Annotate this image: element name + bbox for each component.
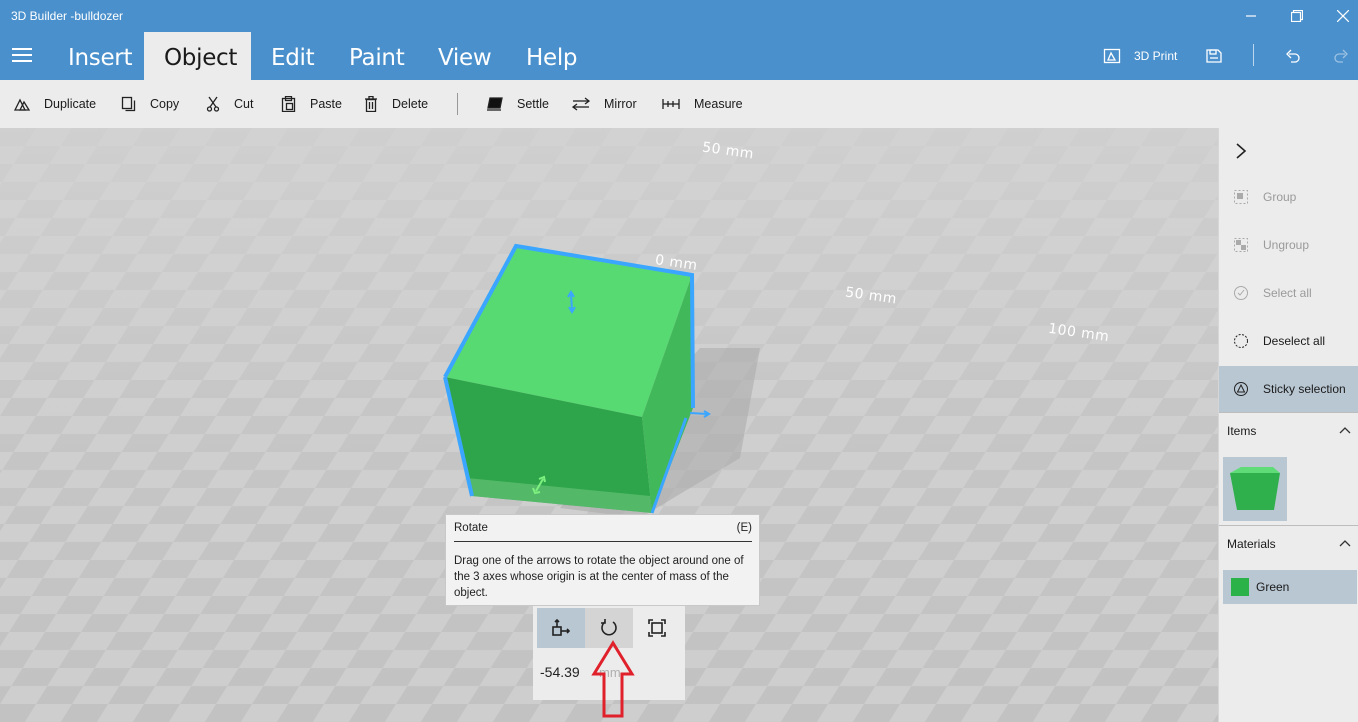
duplicate-label: Duplicate (44, 97, 97, 111)
tooltip-title: Rotate (454, 522, 488, 534)
close-button[interactable] (1320, 0, 1358, 32)
3d-print-label: 3D Print (1134, 49, 1178, 63)
3d-print-button[interactable]: 3D Print (1103, 32, 1177, 80)
measure-icon (662, 99, 680, 109)
select-all-label: Select all (1263, 286, 1312, 300)
close-icon (1337, 10, 1349, 22)
chevron-up-icon (1339, 540, 1351, 547)
duplicate-icon (14, 98, 30, 111)
save-button[interactable] (1205, 32, 1223, 80)
group-icon (1234, 190, 1248, 204)
material-swatch (1231, 578, 1249, 596)
group-label: Group (1263, 190, 1297, 204)
deselect-all-button[interactable]: Deselect all (1219, 318, 1358, 364)
mirror-button[interactable]: Mirror (572, 80, 637, 128)
cube-thumbnail-icon (1230, 467, 1280, 510)
paste-label: Paste (310, 97, 342, 111)
transform-value[interactable]: -54.39 (540, 664, 580, 680)
group-button[interactable]: Group (1219, 174, 1358, 220)
side-panel-toggle[interactable] (1219, 128, 1358, 174)
mirror-label: Mirror (604, 97, 637, 111)
cut-label: Cut (234, 97, 254, 111)
chevron-right-icon (1236, 143, 1247, 159)
tab-object[interactable]: Object (144, 32, 251, 80)
select-all-icon (1234, 286, 1248, 300)
scale-icon (648, 619, 666, 637)
tab-view[interactable]: View (419, 32, 506, 80)
settle-icon (487, 97, 503, 111)
tooltip-shortcut: (E) (736, 522, 752, 534)
trash-icon (365, 96, 377, 112)
minimize-button[interactable] (1228, 0, 1274, 32)
tab-insert[interactable]: Insert (52, 32, 144, 80)
items-section-header[interactable]: Items (1219, 412, 1358, 448)
move-mode-button[interactable] (537, 608, 585, 648)
menu-bar: Insert Object Edit Paint View Help 3D Pr… (0, 32, 1358, 80)
hamburger-icon[interactable] (12, 48, 32, 64)
sticky-selection-icon (1234, 382, 1248, 396)
scale-mode-button[interactable] (633, 608, 681, 648)
delete-button[interactable]: Delete (364, 80, 428, 128)
redo-icon (1334, 49, 1348, 63)
cut-button[interactable]: Cut (206, 80, 253, 128)
minimize-icon (1246, 15, 1256, 17)
object-toolbar: Duplicate Copy Cut Paste Delete Settle M… (0, 80, 1358, 128)
settle-button[interactable]: Settle (487, 80, 549, 128)
select-all-button[interactable]: Select all (1219, 270, 1358, 316)
rotate-tooltip: Rotate (E) Drag one of the arrows to rot… (445, 514, 760, 606)
measure-button[interactable]: Measure (662, 80, 743, 128)
item-thumbnail[interactable] (1223, 457, 1287, 521)
paste-icon (281, 96, 296, 112)
window-title: 3D Builder -bulldozer (11, 9, 124, 23)
sticky-selection-button[interactable]: Sticky selection (1219, 366, 1358, 412)
materials-section-header[interactable]: Materials (1219, 525, 1358, 561)
scissors-icon (206, 96, 220, 112)
tooltip-header: Rotate (E) (454, 522, 752, 542)
deselect-all-label: Deselect all (1263, 334, 1326, 348)
move-x-handle[interactable] (689, 410, 711, 418)
tab-edit[interactable]: Edit (251, 32, 329, 80)
undo-button[interactable] (1285, 32, 1301, 80)
toolbar-divider (457, 93, 458, 115)
materials-header-label: Materials (1227, 537, 1276, 551)
delete-label: Delete (392, 97, 429, 111)
tab-paint[interactable]: Paint (329, 32, 419, 80)
save-icon (1206, 49, 1222, 63)
title-bar: 3D Builder -bulldozer (0, 0, 1358, 32)
paste-button[interactable]: Paste (281, 80, 342, 128)
ungroup-icon (1234, 238, 1248, 252)
rotate-icon (601, 619, 617, 636)
copy-button[interactable]: Copy (121, 80, 179, 128)
chevron-up-icon (1339, 427, 1351, 434)
sticky-selection-label: Sticky selection (1263, 382, 1346, 396)
settle-label: Settle (517, 97, 549, 111)
duplicate-button[interactable]: Duplicate (14, 80, 96, 128)
ungroup-label: Ungroup (1263, 238, 1310, 252)
print-3d-icon (1103, 48, 1121, 64)
deselect-all-icon (1234, 334, 1248, 348)
mirror-icon (572, 97, 590, 111)
tab-help[interactable]: Help (506, 32, 596, 80)
move-icon (552, 619, 571, 636)
annotation-arrow-icon (591, 640, 635, 718)
redo-button[interactable] (1333, 32, 1349, 80)
copy-icon (121, 96, 136, 112)
restore-button[interactable] (1274, 0, 1320, 32)
items-header-label: Items (1227, 424, 1257, 438)
material-item[interactable]: Green (1223, 570, 1357, 604)
material-label: Green (1256, 580, 1290, 594)
tooltip-description: Drag one of the arrows to rotate the obj… (454, 555, 744, 599)
side-panel: Group Ungroup Select all Deselect all St… (1218, 128, 1358, 722)
menu-divider (1253, 44, 1254, 66)
measure-label: Measure (694, 97, 743, 111)
restore-icon (1291, 10, 1303, 22)
undo-icon (1286, 49, 1300, 63)
ungroup-button[interactable]: Ungroup (1219, 222, 1358, 268)
copy-label: Copy (150, 97, 180, 111)
